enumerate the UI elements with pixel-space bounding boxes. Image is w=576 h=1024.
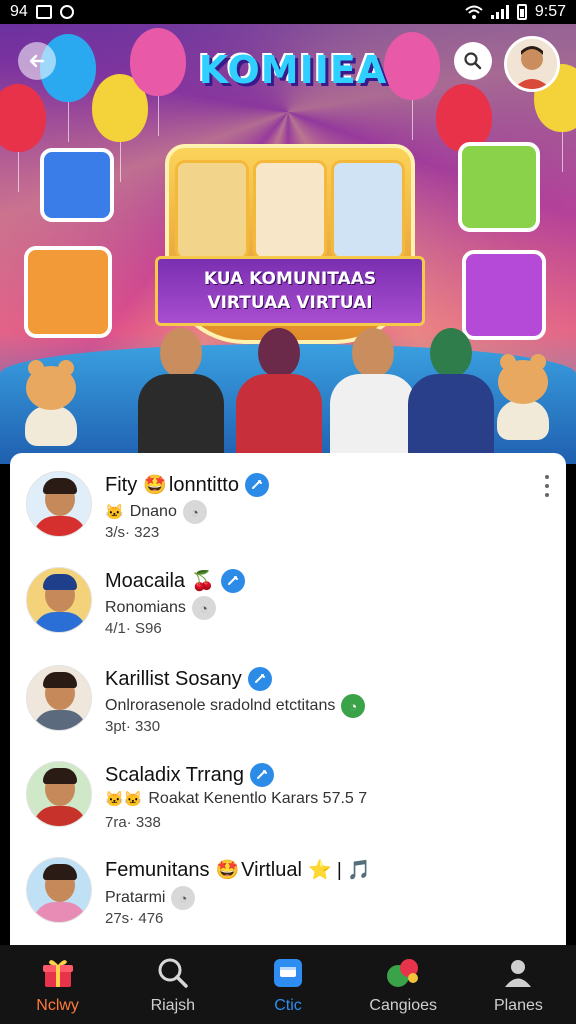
sticker-chip-icon: ◔ bbox=[341, 694, 366, 718]
item-meta: 3/s· 323 bbox=[105, 524, 160, 541]
arrow-left-icon bbox=[29, 54, 45, 68]
cherry-emoji-icon: 🍒 bbox=[191, 570, 215, 592]
search-icon bbox=[464, 52, 482, 70]
item-meta: 27s· 476 bbox=[105, 910, 164, 927]
teddy-bear-decoration bbox=[492, 354, 554, 440]
item-name-suffix: lonntitto bbox=[168, 473, 239, 496]
teddy-bear-decoration bbox=[20, 360, 82, 446]
item-name: Femunitans bbox=[105, 859, 210, 881]
sticker-chip-icon: ◔ bbox=[171, 886, 196, 910]
banner-photo bbox=[331, 160, 405, 260]
nav-item-gifts[interactable]: Nclwy bbox=[0, 945, 115, 1024]
sticker-chip-icon: ◔ bbox=[182, 500, 207, 524]
item-subtitle: Onlrorasenole sradolnd etctitans bbox=[105, 697, 336, 714]
nav-label: Nclwy bbox=[36, 996, 79, 1014]
avatar bbox=[26, 761, 92, 827]
gallery-icon bbox=[35, 5, 52, 19]
avatar bbox=[26, 567, 92, 633]
community-list: Fity 🤩 lonntitto 🐱 Dnano ◔ 3/s· 323 Moac… bbox=[10, 453, 566, 945]
item-subtitle: Pratarmi bbox=[105, 889, 166, 906]
verified-badge-icon bbox=[244, 473, 269, 497]
sticker-chip-icon: ◔ bbox=[191, 596, 216, 620]
item-meta: 4/1· S96 bbox=[105, 620, 162, 637]
chat-icon bbox=[270, 955, 306, 991]
status-left-text: 94 bbox=[10, 3, 28, 20]
verified-badge-icon bbox=[249, 763, 274, 787]
bottom-navigation: Nclwy Riajsh Ctic Cangioes Planes bbox=[0, 945, 576, 1024]
hero-banner: KOMIIEA KUA KOMUNITAAS VIRTUAA VIRTUAI bbox=[0, 24, 576, 464]
profile-avatar-button[interactable] bbox=[504, 36, 560, 92]
face-emoji-icon: 🤩 bbox=[143, 474, 167, 496]
search-icon bbox=[155, 955, 191, 991]
nav-item-search[interactable]: Riajsh bbox=[115, 945, 230, 1024]
list-item[interactable]: Scaladix Trrang 🐱🐱 Roakat Kenentlo Karar… bbox=[10, 743, 566, 839]
banner-title: KUA KOMUNITAAS VIRTUAA VIRTUAI bbox=[155, 256, 425, 326]
cat-emoji-icon: 🐱🐱 bbox=[105, 790, 143, 808]
item-name: Karillist Sosany bbox=[105, 667, 242, 690]
item-subtitle: Roakat Kenentlo Karars 57.5 7 bbox=[148, 790, 368, 807]
list-item[interactable]: Karillist Sosany Onlrorasenole sradolnd … bbox=[10, 647, 566, 743]
sticker-tile bbox=[462, 250, 546, 340]
nav-label: Cangioes bbox=[369, 996, 438, 1014]
item-meta: 3pt· 330 bbox=[105, 718, 161, 735]
avatar bbox=[26, 471, 92, 537]
nav-item-profile[interactable]: Planes bbox=[461, 945, 576, 1024]
nav-item-chat[interactable]: Ctic bbox=[230, 945, 345, 1024]
nav-label: Planes bbox=[493, 996, 543, 1014]
face-emoji-icon: 🤩 bbox=[215, 860, 240, 881]
list-item[interactable]: Femunitans 🤩 Virtlual ⭐ | 🎵 Pratarmi ◔ 2… bbox=[10, 839, 566, 935]
status-bar: 94 9:57 bbox=[0, 0, 576, 24]
star-music-emoji-icon: ⭐ | 🎵 bbox=[307, 860, 371, 881]
list-item[interactable]: Moacaila 🍒 Ronomians ◔ 4/1· S96 bbox=[10, 549, 566, 645]
verified-badge-icon bbox=[247, 667, 272, 691]
item-name-suffix: Virtlual bbox=[241, 859, 302, 881]
gift-icon bbox=[40, 955, 76, 991]
person-figure bbox=[236, 328, 322, 464]
status-time: 9:57 bbox=[534, 3, 566, 20]
avatar bbox=[26, 665, 92, 731]
item-subtitle: Dnano bbox=[129, 503, 177, 520]
banner-photo bbox=[175, 160, 249, 260]
person-icon bbox=[500, 955, 536, 991]
profile-avatar bbox=[507, 39, 557, 89]
stickers-icon bbox=[385, 955, 421, 991]
item-meta: 7ra· 338 bbox=[105, 814, 161, 831]
list-item[interactable]: Fity 🤩 lonntitto 🐱 Dnano ◔ 3/s· 323 bbox=[10, 453, 566, 549]
item-name: Scaladix Trrang bbox=[105, 763, 244, 786]
banner-photo bbox=[253, 160, 327, 260]
wifi-icon bbox=[465, 5, 483, 19]
person-figure bbox=[330, 328, 416, 464]
item-name: Moacaila bbox=[105, 569, 186, 592]
item-name: Fity bbox=[105, 473, 138, 496]
nav-label: Ctic bbox=[274, 996, 302, 1014]
sticker-tile bbox=[40, 148, 114, 222]
person-figure bbox=[138, 328, 224, 464]
balloon-decoration bbox=[130, 28, 186, 136]
nav-label: Riajsh bbox=[150, 996, 196, 1014]
person-figure bbox=[408, 328, 494, 464]
sync-icon bbox=[59, 5, 74, 19]
sticker-tile bbox=[24, 246, 112, 338]
nav-item-stickers[interactable]: Cangioes bbox=[346, 945, 461, 1024]
signal-icon bbox=[490, 5, 509, 19]
search-button[interactable] bbox=[454, 42, 492, 80]
cat-emoji-icon: 🐱 bbox=[105, 503, 124, 521]
battery-icon bbox=[516, 4, 527, 20]
item-subtitle: Ronomians bbox=[105, 599, 186, 616]
verified-badge-icon bbox=[220, 569, 245, 593]
sticker-tile bbox=[458, 142, 540, 232]
back-button[interactable] bbox=[18, 42, 56, 80]
avatar bbox=[26, 857, 92, 923]
app-logo: KOMIIEA bbox=[198, 48, 388, 92]
